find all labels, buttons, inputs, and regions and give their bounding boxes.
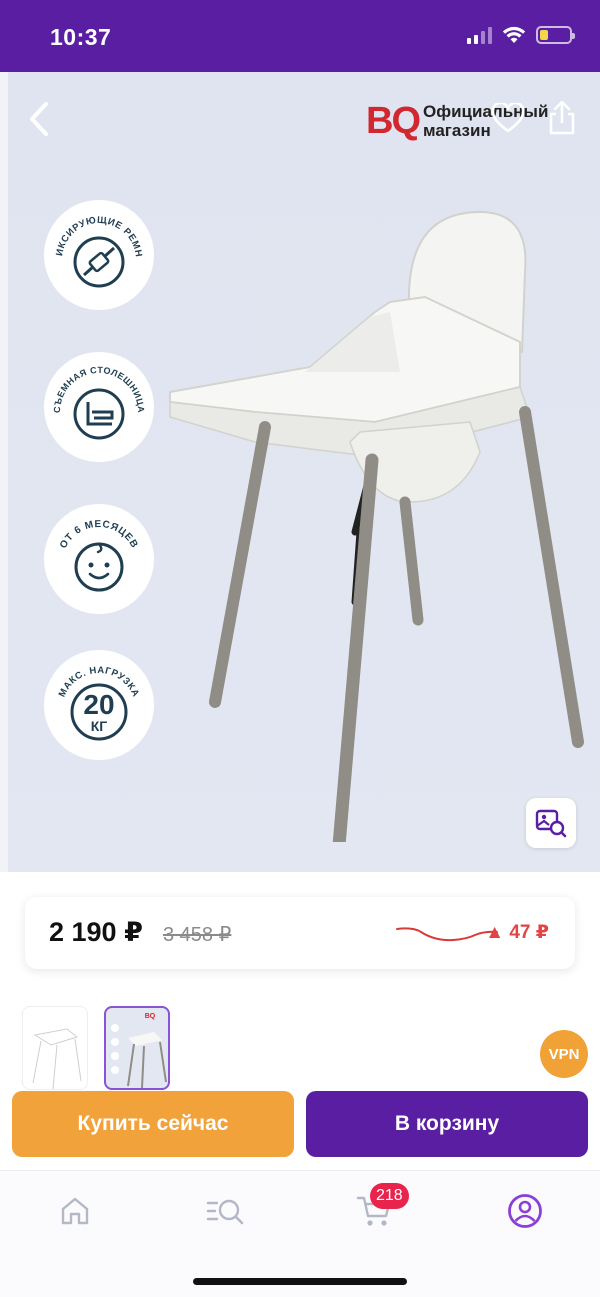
- feature-badge-removable-tray: СЪЕМНАЯ СТОЛЕШНИЦА: [44, 352, 154, 462]
- price-change: ▲ 47 ₽: [485, 922, 549, 943]
- svg-text:BQ: BQ: [145, 1013, 156, 1020]
- max-load-number: 20: [83, 689, 114, 720]
- battery-icon: [536, 26, 575, 44]
- cellular-signal-icon: [467, 26, 492, 44]
- gallery-thumbnail[interactable]: [22, 1006, 88, 1090]
- vpn-badge[interactable]: VPN: [540, 1030, 588, 1078]
- brand-logo: BQ: [366, 100, 421, 142]
- cart-count-badge: 218: [370, 1183, 409, 1209]
- share-button[interactable]: [544, 98, 580, 138]
- tab-profile[interactable]: [503, 1189, 547, 1233]
- feature-badge-age: ОТ 6 МЕСЯЦЕВ: [44, 504, 154, 614]
- current-price: 2 190 ₽: [49, 917, 143, 947]
- buy-now-button[interactable]: Купить сейчас: [12, 1091, 294, 1157]
- back-button[interactable]: [22, 100, 56, 138]
- status-icons: [467, 26, 575, 44]
- image-search-icon: [535, 809, 567, 838]
- image-search-button[interactable]: [526, 798, 576, 848]
- home-icon: [61, 1197, 89, 1225]
- badge-text: ФИКСИРУЮЩИЕ РЕМНИ: [44, 200, 143, 258]
- home-indicator: [193, 1278, 407, 1285]
- old-price: 3 458 ₽: [163, 924, 232, 946]
- seat-belt-icon: [73, 236, 125, 288]
- product-image-high-chair: [169, 210, 584, 842]
- gallery-thumbnail-selected[interactable]: BQ: [104, 1006, 170, 1090]
- share-icon: [549, 100, 575, 135]
- chevron-left-icon: [30, 102, 48, 136]
- max-load-icon: 20 КГ: [70, 683, 128, 741]
- tab-catalog[interactable]: [203, 1189, 247, 1233]
- profile-icon: [508, 1194, 542, 1228]
- baby-face-icon: [74, 542, 124, 592]
- favorite-button[interactable]: [490, 98, 526, 138]
- removable-tray-icon: [73, 388, 125, 440]
- add-to-cart-button[interactable]: В корзину: [306, 1091, 588, 1157]
- feature-badge-seat-belt: ФИКСИРУЮЩИЕ РЕМНИ: [44, 200, 154, 310]
- feature-badge-max-load: МАКС. НАГРУЗКА 20 КГ: [44, 650, 154, 760]
- product-gallery[interactable]: BQ Официальный магазин ФИКСИРУЮЩИЕ РЕМНИ: [0, 72, 600, 872]
- catalog-search-icon: [206, 1199, 244, 1225]
- max-load-unit: КГ: [91, 718, 108, 734]
- status-bar: 10:37: [0, 0, 600, 72]
- price-card[interactable]: 2 190 ₽ 3 458 ₽ ▲ 47 ₽: [25, 897, 575, 969]
- status-time: 10:37: [50, 24, 112, 50]
- wifi-icon: [502, 26, 526, 43]
- heart-icon: [491, 103, 525, 133]
- svg-text:ФИКСИРУЮЩИЕ РЕМНИ: ФИКСИРУЮЩИЕ РЕМНИ: [44, 200, 144, 258]
- tab-home[interactable]: [53, 1189, 97, 1233]
